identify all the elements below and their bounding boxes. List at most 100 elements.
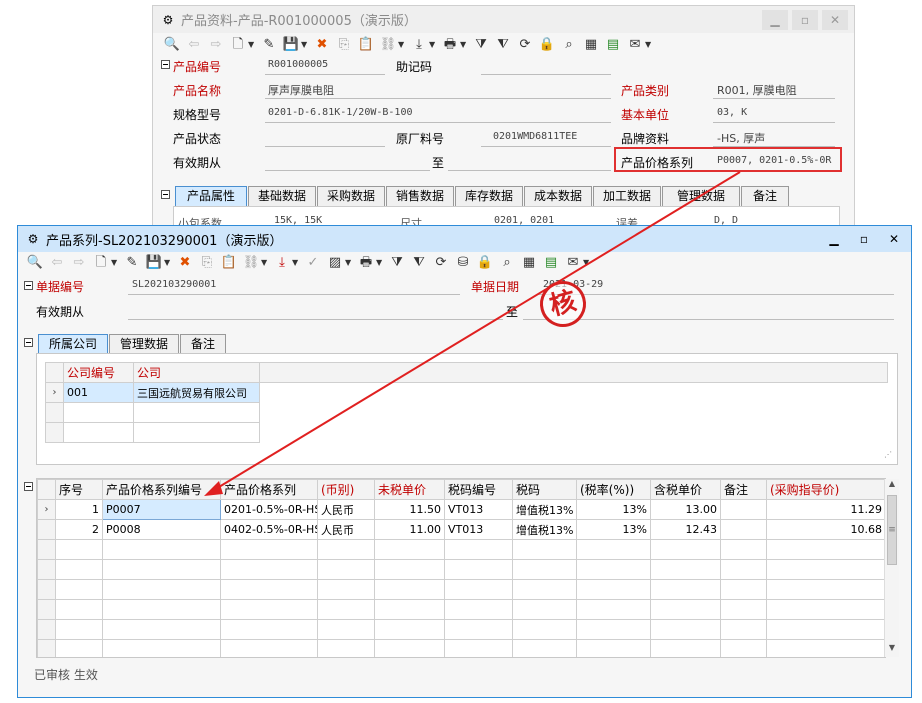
tax-code-cell[interactable]: 增值税13%: [512, 519, 577, 540]
series-code-cell[interactable]: P0008: [102, 519, 221, 540]
price-inc-tax-cell[interactable]: 13.00: [650, 499, 721, 520]
filter-clear-icon[interactable]: ⧨: [494, 36, 512, 54]
image-icon[interactable]: ▨: [326, 254, 344, 272]
forward-arrow-icon[interactable]: ⇨: [207, 36, 225, 54]
mail-icon[interactable]: ✉: [626, 36, 644, 54]
bill-no-value[interactable]: SL202103290001: [132, 279, 216, 290]
collapse-icon[interactable]: [161, 60, 170, 69]
minimize-button[interactable]: ▁: [821, 229, 847, 249]
link-icon[interactable]: ⛓: [242, 254, 260, 272]
filter-icon[interactable]: ⧩: [472, 36, 490, 54]
tab-basic-data[interactable]: 基础数据: [248, 186, 316, 206]
edit-icon[interactable]: ✎: [123, 254, 141, 272]
new-document-icon[interactable]: 🗋: [92, 254, 110, 272]
import-icon[interactable]: ⤓: [410, 36, 428, 54]
tax-code-no-cell[interactable]: VT013: [444, 519, 513, 540]
tab-management-data[interactable]: 管理数据: [662, 186, 740, 206]
col-unit-price-inc-tax[interactable]: 含税单价: [650, 479, 721, 500]
tab-remarks[interactable]: 备注: [741, 186, 789, 206]
series-code-cell[interactable]: P0007: [102, 499, 221, 520]
print-icon[interactable]: 🖶: [441, 36, 459, 54]
col-series-code[interactable]: 产品价格系列编号: [102, 479, 221, 500]
tax-rate-cell[interactable]: 13%: [576, 519, 651, 540]
category-value[interactable]: R001, 厚膜电阻: [717, 82, 797, 98]
remark-cell[interactable]: [720, 499, 767, 520]
tax-rate-cell[interactable]: 13%: [576, 499, 651, 520]
col-seq[interactable]: 序号: [55, 479, 103, 500]
filter-icon[interactable]: ⧩: [388, 254, 406, 272]
delete-icon[interactable]: ✖: [176, 254, 194, 272]
col-tax-rate[interactable]: (税率(%)): [576, 479, 651, 500]
calculator-icon[interactable]: ▦: [582, 36, 600, 54]
tab-owner-company[interactable]: 所属公司: [38, 334, 108, 354]
col-series-name[interactable]: 产品价格系列: [220, 479, 318, 500]
import-dropdown-icon[interactable]: ▼: [429, 36, 437, 54]
close-button[interactable]: ✕: [822, 9, 848, 30]
mail-dropdown-icon[interactable]: ▼: [645, 36, 653, 54]
table-row[interactable]: 2 P0008 0402-0.5%-0R-HS 人民币 11.00 VT013 …: [37, 519, 885, 540]
filter-clear-icon[interactable]: ⧨: [410, 254, 428, 272]
seq-cell[interactable]: 1: [55, 499, 103, 520]
company-name-cell[interactable]: 三国远航贸易有限公司: [133, 382, 260, 403]
resize-grip-icon[interactable]: ⋰: [881, 450, 895, 462]
scroll-down-icon[interactable]: ▼: [885, 643, 899, 657]
tab-inventory-data[interactable]: 库存数据: [455, 186, 523, 206]
tab-purchase-data[interactable]: 采购数据: [317, 186, 385, 206]
tab-remarks[interactable]: 备注: [180, 334, 226, 354]
link-dropdown-icon[interactable]: ▼: [261, 254, 269, 272]
new-dropdown-icon[interactable]: ▼: [248, 36, 256, 54]
back-arrow-icon[interactable]: ⇦: [185, 36, 203, 54]
scroll-thumb[interactable]: ≡: [887, 495, 897, 565]
print-icon[interactable]: 🖶: [357, 254, 375, 272]
save-dropdown-icon[interactable]: ▼: [164, 254, 172, 272]
spec-value[interactable]: 0201-D-6.81K-1/20W-B-100: [268, 107, 413, 118]
refresh-icon[interactable]: ⟳: [432, 254, 450, 272]
print-dropdown-icon[interactable]: ▼: [376, 254, 384, 272]
minimize-button[interactable]: ▁: [762, 9, 788, 30]
save-icon[interactable]: 💾: [145, 254, 163, 272]
unit-value[interactable]: 03, K: [717, 107, 747, 118]
brand-value[interactable]: -HS, 厚声: [717, 130, 765, 146]
preview-icon[interactable]: 🔍: [163, 36, 181, 54]
edit-icon[interactable]: ✎: [260, 36, 278, 54]
table-row[interactable]: › 001 三国远航贸易有限公司: [45, 382, 888, 403]
export-icon[interactable]: ▤: [604, 36, 622, 54]
header-collapse-icon[interactable]: [24, 281, 33, 290]
company-code-cell[interactable]: 001: [63, 382, 134, 403]
save-dropdown-icon[interactable]: ▼: [301, 36, 309, 54]
lock-icon[interactable]: 🔒: [538, 36, 556, 54]
link-icon[interactable]: ⛓: [379, 36, 397, 54]
seq-cell[interactable]: 2: [55, 519, 103, 540]
copy-icon[interactable]: ⎘: [198, 254, 216, 272]
close-button[interactable]: ✕: [881, 229, 907, 249]
network-icon[interactable]: ⛁: [454, 254, 472, 272]
company-collapse-icon[interactable]: [24, 338, 33, 347]
tab-management-data[interactable]: 管理数据: [109, 334, 179, 354]
factory-no-value[interactable]: 0201WMD6811TEE: [493, 131, 577, 142]
delete-icon[interactable]: ✖: [313, 36, 331, 54]
currency-cell[interactable]: 人民币: [317, 499, 375, 520]
lock-icon[interactable]: 🔒: [476, 254, 494, 272]
price-ex-tax-cell[interactable]: 11.50: [374, 499, 445, 520]
price-series-value[interactable]: P0007, 0201-0.5%-0R: [717, 155, 831, 166]
tab-sales-data[interactable]: 销售数据: [386, 186, 454, 206]
tax-code-no-cell[interactable]: VT013: [444, 499, 513, 520]
col-company-code[interactable]: 公司编号: [63, 362, 134, 383]
back-arrow-icon[interactable]: ⇦: [48, 254, 66, 272]
print-dropdown-icon[interactable]: ▼: [460, 36, 468, 54]
paste-icon[interactable]: 📋: [357, 36, 375, 54]
link-dropdown-icon[interactable]: ▼: [398, 36, 406, 54]
col-currency[interactable]: (币别): [317, 479, 375, 500]
paste-icon[interactable]: 📋: [220, 254, 238, 272]
series-name-cell[interactable]: 0402-0.5%-0R-HS: [220, 519, 318, 540]
zoom-icon[interactable]: ⌕: [560, 36, 578, 54]
tax-code-cell[interactable]: 增值税13%: [512, 499, 577, 520]
col-unit-price-ex-tax[interactable]: 未税单价: [374, 479, 445, 500]
col-tax-code-no[interactable]: 税码编号: [444, 479, 513, 500]
tab-product-attributes[interactable]: 产品属性: [175, 186, 247, 206]
table-row[interactable]: › 1 P0007 0201-0.5%-0R-HS 人民币 11.50 VT01…: [37, 499, 885, 520]
detail-collapse-icon[interactable]: [24, 482, 33, 491]
forward-arrow-icon[interactable]: ⇨: [70, 254, 88, 272]
tab-processing-data[interactable]: 加工数据: [593, 186, 661, 206]
new-dropdown-icon[interactable]: ▼: [111, 254, 119, 272]
